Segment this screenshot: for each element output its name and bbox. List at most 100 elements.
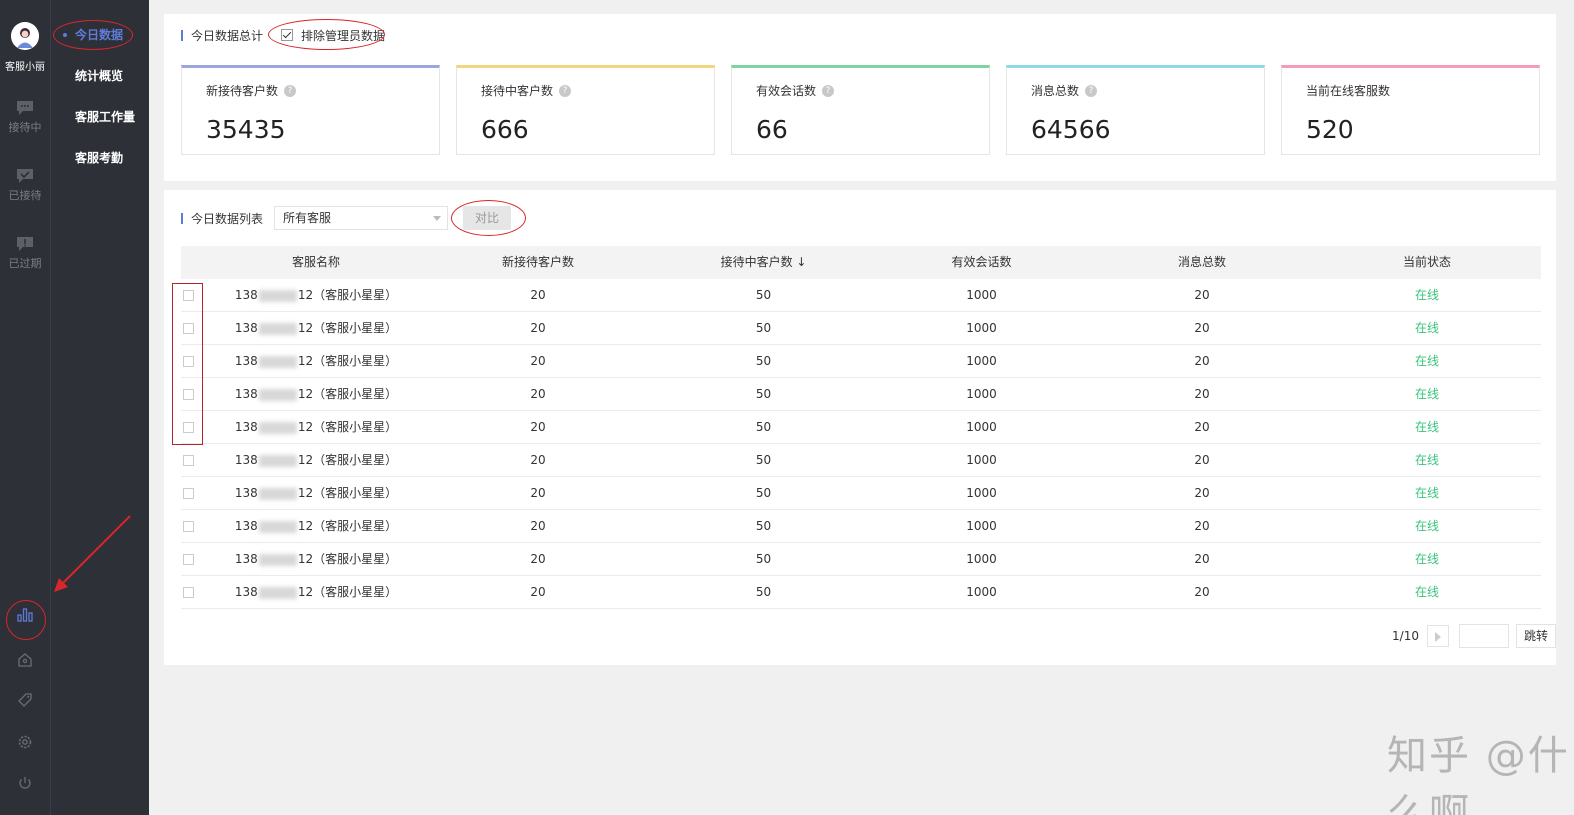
row-checkbox[interactable] [183, 587, 194, 598]
rail-home[interactable] [0, 652, 50, 682]
new-customers-cell: 20 [530, 354, 546, 368]
table-row[interactable]: 138 12（客服小星星） 20 50 1000 20 在线 [181, 444, 1541, 477]
help-icon[interactable]: ? [822, 84, 835, 97]
valid-sessions-cell: 1000 [966, 387, 997, 401]
annotation-rect-checkboxes [172, 283, 203, 445]
valid-sessions-cell: 1000 [966, 321, 997, 335]
annotation-circle-exclude [268, 19, 385, 50]
stat-value: 520 [1306, 115, 1354, 144]
agent-select[interactable]: 所有客服 [274, 206, 448, 230]
status-cell: 在线 [1414, 486, 1439, 500]
row-select-cell [181, 477, 211, 509]
header-status: 当前状态 [1402, 255, 1451, 269]
list-header: 今日数据列表 [181, 210, 263, 226]
status-cell: 在线 [1414, 321, 1439, 335]
chatting-customers-cell: 50 [755, 321, 772, 335]
rail-logout[interactable] [0, 775, 50, 805]
new-customers-cell: 20 [530, 519, 546, 533]
header-total-messages[interactable]: 消息总数 [1091, 246, 1313, 279]
new-customers-cell: 20 [530, 387, 546, 401]
table-row[interactable]: 138 12（客服小星星） 20 50 1000 20 在线 [181, 378, 1541, 411]
sub-navigation: 今日数据 统计概览 客服工作量 客服考勤 [50, 0, 149, 815]
profile[interactable]: 客服小丽 [0, 0, 50, 80]
tag-icon [18, 693, 32, 707]
total-messages-cell: 20 [1194, 585, 1210, 599]
status-cell: 在线 [1414, 552, 1439, 566]
stat-label: 当前在线客服数 [1306, 84, 1391, 98]
row-checkbox[interactable] [183, 554, 194, 565]
rail-chatting-label: 接待中 [8, 121, 42, 134]
valid-sessions-cell: 1000 [966, 453, 997, 467]
table-header: 客服名称 新接待客户数 接待中客户数 ↓ 有效会话数 消息总数 当前状态 [181, 246, 1541, 279]
header-valid-sessions[interactable]: 有效会话数 [872, 246, 1091, 279]
chatting-customers-cell: 50 [755, 420, 772, 434]
table-row[interactable]: 138 12（客服小星星） 20 50 1000 20 在线 [181, 279, 1541, 312]
icon-rail: 客服小丽 接待中 已接待 已过期 [0, 0, 50, 815]
rail-tags[interactable] [0, 692, 50, 722]
subnav-overview[interactable]: 统计概览 [51, 64, 150, 88]
total-messages-cell: 20 [1194, 519, 1210, 533]
valid-sessions-cell: 1000 [966, 552, 997, 566]
total-messages-cell: 20 [1194, 420, 1210, 434]
annotation-arrow [54, 515, 131, 592]
table-row[interactable]: 138 12（客服小星星） 20 50 1000 20 在线 [181, 345, 1541, 378]
row-checkbox[interactable] [183, 455, 194, 466]
redacted-blur [258, 454, 297, 467]
stat-card-new-customers: 新接待客户数? 35435 [181, 65, 440, 155]
table-row[interactable]: 138 12（客服小星星） 20 50 1000 20 在线 [181, 510, 1541, 543]
table-row[interactable]: 138 12（客服小星星） 20 50 1000 20 在线 [181, 411, 1541, 444]
rail-settings[interactable] [0, 734, 50, 764]
new-customers-cell: 20 [530, 453, 546, 467]
rail-chatting[interactable]: 接待中 [0, 100, 50, 150]
annotation-circle-compare [451, 200, 526, 236]
subnav-attendance[interactable]: 客服考勤 [51, 146, 150, 170]
jump-button[interactable]: 跳转 [1516, 624, 1556, 648]
redacted-blur [258, 520, 297, 533]
stat-card-valid-sessions: 有效会话数? 66 [731, 65, 990, 155]
watermark: 知乎 @什么啊 [1387, 733, 1570, 815]
new-customers-cell: 20 [530, 420, 546, 434]
row-select-cell [181, 576, 211, 608]
summary-title: 今日数据总计 [191, 28, 264, 43]
table-row[interactable]: 138 12（客服小星星） 20 50 1000 20 在线 [181, 576, 1541, 609]
row-checkbox[interactable] [183, 521, 194, 532]
table-row[interactable]: 138 12（客服小星星） 20 50 1000 20 在线 [181, 312, 1541, 345]
stat-card-online-agents: 当前在线客服数 520 [1281, 65, 1540, 155]
row-checkbox[interactable] [183, 488, 194, 499]
agent-name-cell: 138 12（客服小星星） [234, 387, 398, 401]
page-jump-input[interactable] [1459, 624, 1509, 648]
header-new-customers[interactable]: 新接待客户数 [421, 246, 655, 279]
table-row[interactable]: 138 12（客服小星星） 20 50 1000 20 在线 [181, 543, 1541, 576]
avatar[interactable] [11, 22, 39, 50]
redacted-blur [258, 355, 297, 368]
header-select [181, 246, 211, 279]
new-customers-cell: 20 [530, 321, 546, 335]
chatting-customers-cell: 50 [755, 453, 772, 467]
table-row[interactable]: 138 12（客服小星星） 20 50 1000 20 在线 [181, 477, 1541, 510]
header-chatting-customers[interactable]: 接待中客户数 ↓ [655, 246, 872, 279]
chat-bubble-icon [17, 101, 33, 115]
redacted-blur [258, 553, 297, 566]
rail-received[interactable]: 已接待 [0, 168, 50, 218]
stat-label: 接待中客户数? [481, 82, 572, 99]
help-icon[interactable]: ? [1085, 84, 1098, 97]
page-indicator: 1/10 [1392, 629, 1419, 643]
profile-name: 客服小丽 [5, 62, 45, 73]
help-icon[interactable]: ? [559, 84, 572, 97]
status-cell: 在线 [1414, 420, 1439, 434]
agent-name-cell: 138 12（客服小星星） [234, 453, 398, 467]
section-bar [181, 29, 183, 41]
next-page-button[interactable] [1427, 625, 1449, 647]
agent-name-cell: 138 12（客服小星星） [234, 519, 398, 533]
annotation-circle-stats [6, 600, 46, 640]
chat-alert-icon [17, 237, 33, 251]
subnav-workload[interactable]: 客服工作量 [51, 105, 150, 129]
redacted-blur [258, 388, 297, 401]
new-customers-cell: 20 [530, 288, 546, 302]
chatting-customers-cell: 50 [755, 486, 772, 500]
new-customers-cell: 20 [530, 552, 546, 566]
chatting-customers-cell: 50 [755, 552, 772, 566]
rail-expired[interactable]: 已过期 [0, 236, 50, 286]
chatting-customers-cell: 50 [755, 519, 772, 533]
help-icon[interactable]: ? [284, 84, 297, 97]
